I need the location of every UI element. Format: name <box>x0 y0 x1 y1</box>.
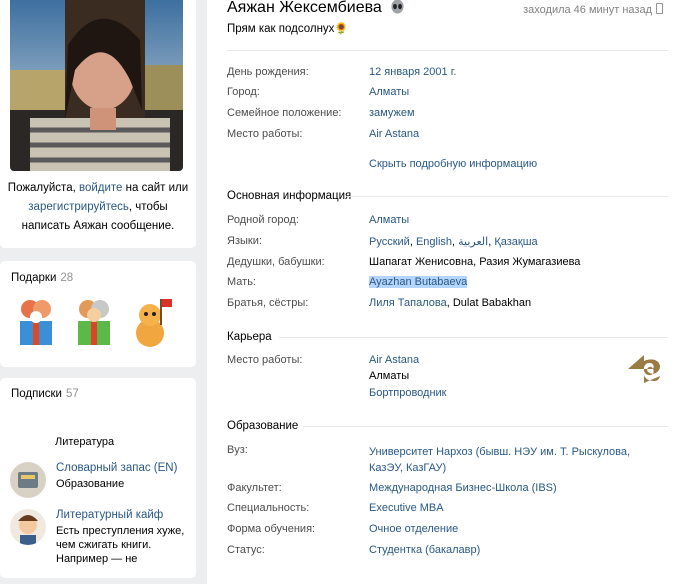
section-divider <box>303 426 668 427</box>
language-link[interactable]: Қазақша <box>494 236 537 248</box>
section-title-career: Карьера <box>227 331 272 343</box>
alien-emoji-icon <box>391 0 404 14</box>
profile-name: Аяжан Жексембиева <box>227 0 382 16</box>
info-label: Братья, сёстры: <box>227 297 309 309</box>
faculty-link[interactable]: Международная Бизнес-Школа (IBS) <box>369 482 557 494</box>
info-row-relationship: Семейное положение: замужем <box>227 107 657 124</box>
last-seen-text: заходила 46 минут назад <box>523 4 652 16</box>
info-label: Семейное положение: <box>227 107 342 119</box>
sibling-link[interactable]: Лиля Тапалова <box>369 297 447 309</box>
info-label: Факультет: <box>227 482 282 494</box>
section-divider <box>347 196 668 197</box>
subscription-name[interactable]: Литературный кайф <box>56 509 163 521</box>
info-label: Мать: <box>227 276 256 288</box>
info-label: Город: <box>227 86 260 98</box>
info-label: Вуз: <box>227 444 248 456</box>
mobile-phone-icon <box>656 3 663 14</box>
birthday-link[interactable]: 12 января 2001 г. <box>369 66 456 78</box>
info-row-grandparents: Дедушки, бабушки: Шапагат Женисовна, Раз… <box>227 256 657 273</box>
info-row-career: Место работы: Air Astana Алматы Бортпров… <box>227 354 657 404</box>
login-prefix: Пожалуйста, <box>7 182 79 194</box>
section-title-education: Образование <box>227 420 299 432</box>
subscriptions-header[interactable]: Подписки 57 <box>11 388 79 400</box>
grandparents-value: Шапагат Женисовна, Разия Жумагазиева <box>369 256 581 268</box>
subscriptions-title: Подписки <box>11 388 62 400</box>
mother-link[interactable]: Ayazhan Butabaeva <box>369 276 468 288</box>
city-link[interactable]: Алматы <box>369 86 409 98</box>
info-row-languages: Языки: Русский, English, العربية, Қазақш… <box>227 235 657 252</box>
login-prompt: Пожалуйста, войдите на сайт или зарегист… <box>6 179 190 236</box>
info-row-hometown: Родной город: Алматы <box>227 214 657 231</box>
gift-icon[interactable] <box>130 295 174 349</box>
last-seen: заходила 46 минут назад <box>523 3 663 16</box>
career-position-link[interactable]: Бортпроводник <box>369 387 447 399</box>
info-row-status: Статус: Студентка (бакалавр) <box>227 544 657 561</box>
subscriptions-count: 57 <box>65 388 79 400</box>
languages-list: Русский, English, العربية, Қазақша <box>369 236 538 248</box>
info-label: День рождения: <box>227 66 309 78</box>
info-label: Специальность: <box>227 502 310 514</box>
info-label: Дедушки, бабушки: <box>227 256 325 268</box>
divider <box>227 50 668 51</box>
section-title-basic: Основная информация <box>227 190 352 202</box>
subscription-name[interactable]: Словарный запас (EN) <box>56 462 177 474</box>
info-label: Форма обучения: <box>227 523 316 535</box>
relationship-link[interactable]: замужем <box>369 107 415 119</box>
language-link[interactable]: Русский <box>369 236 410 248</box>
info-row-mother: Мать: Ayazhan Butabaeva <box>227 276 657 293</box>
info-label: Место работы: <box>227 354 303 366</box>
subscriptions-card: Подписки 57 Литература Словарный запас (E… <box>0 378 196 578</box>
language-link[interactable]: English <box>416 236 452 248</box>
subscription-desc: Образование <box>56 478 125 490</box>
gifts-row <box>14 295 174 349</box>
subscription-avatar[interactable] <box>10 462 46 498</box>
study-form-link[interactable]: Очное отделение <box>369 523 458 535</box>
login-mid: на сайт или <box>122 182 189 194</box>
info-row-faculty: Факультет: Международная Бизнес-Школа (I… <box>227 482 657 499</box>
hometown-link[interactable]: Алматы <box>369 214 409 226</box>
subscription-avatar[interactable] <box>10 509 46 545</box>
gifts-header[interactable]: Подарки 28 <box>11 272 73 284</box>
gift-icon[interactable] <box>14 295 58 349</box>
info-row-university: Вуз: Университет Нархоз (бывш. НЭУ им. Т… <box>227 444 657 478</box>
profile-avatar[interactable] <box>10 0 183 171</box>
subscription-desc: Есть преступления хуже, чем сжигать книг… <box>56 525 185 565</box>
sibling-name: Dulat Babakhan <box>452 297 532 309</box>
university-link[interactable]: Университет Нархоз (бывш. НЭУ им. Т. Рыс… <box>369 444 654 476</box>
login-link[interactable]: войдите <box>79 182 122 194</box>
section-divider <box>279 337 668 338</box>
subscriptions-category: Литература <box>55 436 115 448</box>
info-label: Место работы: <box>227 128 303 140</box>
info-row-work: Место работы: Air Astana <box>227 128 657 145</box>
avatar-card: Пожалуйста, войдите на сайт или зарегист… <box>0 0 196 248</box>
career-city: Алматы <box>369 370 410 382</box>
info-label: Родной город: <box>227 214 299 226</box>
gift-icon[interactable] <box>72 295 116 349</box>
toggle-details-link[interactable]: Скрыть подробную информацию <box>369 158 537 170</box>
info-row-specialty: Специальность: Executive MBA <box>227 502 657 519</box>
info-row-birthday: День рождения: 12 января 2001 г. <box>227 66 657 83</box>
siblings-value: Лиля Тапалова, Dulat Babakhan <box>369 297 532 309</box>
company-logo-icon[interactable] <box>626 351 662 387</box>
info-label: Языки: <box>227 235 262 247</box>
language-link[interactable]: العربية <box>458 236 488 248</box>
gifts-count: 28 <box>60 272 74 284</box>
gifts-card: Подарки 28 <box>0 261 196 367</box>
edu-status-link[interactable]: Студентка (бакалавр) <box>369 544 480 556</box>
specialty-link[interactable]: Executive MBA <box>369 502 444 514</box>
gifts-title: Подарки <box>11 272 57 284</box>
profile-status[interactable]: Прям как подсолнух🌻 <box>227 21 349 35</box>
info-row-siblings: Братья, сёстры: Лиля Тапалова, Dulat Bab… <box>227 297 657 314</box>
info-label: Статус: <box>227 544 265 556</box>
profile-name-heading: Аяжан Жексембиева <box>227 0 405 17</box>
info-row-city: Город: Алматы <box>227 86 657 103</box>
profile-info-card: Аяжан Жексембиева Прям как подсолнух🌻 за… <box>207 0 680 584</box>
career-company-link[interactable]: Air Astana <box>369 354 419 366</box>
work-link[interactable]: Air Astana <box>369 128 419 140</box>
info-row-study-form: Форма обучения: Очное отделение <box>227 523 657 540</box>
register-link[interactable]: зарегистрируйтесь <box>28 201 129 213</box>
